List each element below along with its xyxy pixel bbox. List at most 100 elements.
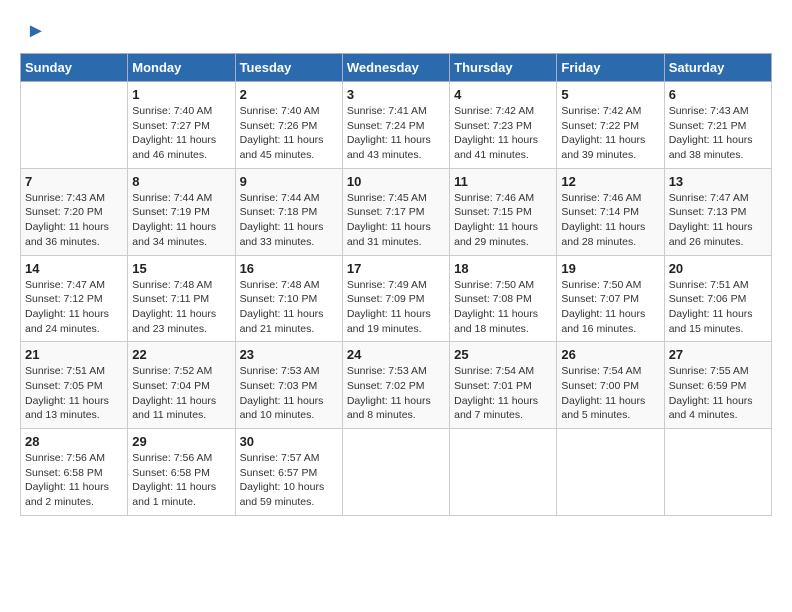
day-info: Sunrise: 7:55 AM Sunset: 6:59 PM Dayligh… xyxy=(669,364,767,423)
day-number: 27 xyxy=(669,347,767,362)
daylight: Daylight: 11 hours and 29 minutes. xyxy=(454,221,538,248)
day-info: Sunrise: 7:56 AM Sunset: 6:58 PM Dayligh… xyxy=(132,451,230,510)
sunrise: Sunrise: 7:48 AM xyxy=(240,279,320,291)
sunrise: Sunrise: 7:48 AM xyxy=(132,279,212,291)
sunset: Sunset: 7:24 PM xyxy=(347,120,425,132)
sunrise: Sunrise: 7:46 AM xyxy=(454,192,534,204)
daylight: Daylight: 11 hours and 28 minutes. xyxy=(561,221,645,248)
day-number: 6 xyxy=(669,87,767,102)
sunset: Sunset: 7:18 PM xyxy=(240,206,318,218)
day-info: Sunrise: 7:48 AM Sunset: 7:11 PM Dayligh… xyxy=(132,278,230,337)
sunrise: Sunrise: 7:53 AM xyxy=(347,365,427,377)
day-cell: 12 Sunrise: 7:46 AM Sunset: 7:14 PM Dayl… xyxy=(557,168,664,255)
sunset: Sunset: 7:01 PM xyxy=(454,380,532,392)
day-cell: 26 Sunrise: 7:54 AM Sunset: 7:00 PM Dayl… xyxy=(557,342,664,429)
sunset: Sunset: 6:58 PM xyxy=(25,467,103,479)
sunrise: Sunrise: 7:54 AM xyxy=(561,365,641,377)
day-header-tuesday: Tuesday xyxy=(235,54,342,82)
daylight: Daylight: 11 hours and 34 minutes. xyxy=(132,221,216,248)
page-header: ► xyxy=(20,20,772,43)
daylight: Daylight: 11 hours and 10 minutes. xyxy=(240,395,324,422)
day-number: 17 xyxy=(347,261,445,276)
daylight: Daylight: 11 hours and 19 minutes. xyxy=(347,308,431,335)
daylight: Daylight: 11 hours and 5 minutes. xyxy=(561,395,645,422)
sunrise: Sunrise: 7:43 AM xyxy=(669,105,749,117)
daylight: Daylight: 11 hours and 13 minutes. xyxy=(25,395,109,422)
day-number: 1 xyxy=(132,87,230,102)
day-number: 21 xyxy=(25,347,123,362)
sunset: Sunset: 7:04 PM xyxy=(132,380,210,392)
day-info: Sunrise: 7:46 AM Sunset: 7:15 PM Dayligh… xyxy=(454,191,552,250)
daylight: Daylight: 11 hours and 8 minutes. xyxy=(347,395,431,422)
sunrise: Sunrise: 7:44 AM xyxy=(132,192,212,204)
sunrise: Sunrise: 7:47 AM xyxy=(25,279,105,291)
sunrise: Sunrise: 7:44 AM xyxy=(240,192,320,204)
day-cell: 21 Sunrise: 7:51 AM Sunset: 7:05 PM Dayl… xyxy=(21,342,128,429)
day-cell: 7 Sunrise: 7:43 AM Sunset: 7:20 PM Dayli… xyxy=(21,168,128,255)
day-number: 30 xyxy=(240,434,338,449)
day-info: Sunrise: 7:43 AM Sunset: 7:20 PM Dayligh… xyxy=(25,191,123,250)
day-cell: 29 Sunrise: 7:56 AM Sunset: 6:58 PM Dayl… xyxy=(128,429,235,516)
day-info: Sunrise: 7:40 AM Sunset: 7:27 PM Dayligh… xyxy=(132,104,230,163)
sunrise: Sunrise: 7:56 AM xyxy=(25,452,105,464)
daylight: Daylight: 11 hours and 41 minutes. xyxy=(454,134,538,161)
day-info: Sunrise: 7:52 AM Sunset: 7:04 PM Dayligh… xyxy=(132,364,230,423)
daylight: Daylight: 11 hours and 31 minutes. xyxy=(347,221,431,248)
daylight: Daylight: 11 hours and 21 minutes. xyxy=(240,308,324,335)
sunset: Sunset: 6:58 PM xyxy=(132,467,210,479)
day-cell: 14 Sunrise: 7:47 AM Sunset: 7:12 PM Dayl… xyxy=(21,255,128,342)
daylight: Daylight: 11 hours and 11 minutes. xyxy=(132,395,216,422)
day-header-wednesday: Wednesday xyxy=(342,54,449,82)
day-header-friday: Friday xyxy=(557,54,664,82)
sunset: Sunset: 7:21 PM xyxy=(669,120,747,132)
day-cell: 13 Sunrise: 7:47 AM Sunset: 7:13 PM Dayl… xyxy=(664,168,771,255)
day-header-saturday: Saturday xyxy=(664,54,771,82)
day-cell: 18 Sunrise: 7:50 AM Sunset: 7:08 PM Dayl… xyxy=(450,255,557,342)
sunset: Sunset: 7:05 PM xyxy=(25,380,103,392)
daylight: Daylight: 11 hours and 18 minutes. xyxy=(454,308,538,335)
sunrise: Sunrise: 7:40 AM xyxy=(240,105,320,117)
daylight: Daylight: 11 hours and 2 minutes. xyxy=(25,481,109,508)
sunset: Sunset: 7:17 PM xyxy=(347,206,425,218)
daylight: Daylight: 11 hours and 33 minutes. xyxy=(240,221,324,248)
day-cell: 11 Sunrise: 7:46 AM Sunset: 7:15 PM Dayl… xyxy=(450,168,557,255)
day-info: Sunrise: 7:53 AM Sunset: 7:03 PM Dayligh… xyxy=(240,364,338,423)
sunset: Sunset: 7:26 PM xyxy=(240,120,318,132)
day-info: Sunrise: 7:45 AM Sunset: 7:17 PM Dayligh… xyxy=(347,191,445,250)
day-number: 8 xyxy=(132,174,230,189)
day-cell xyxy=(450,429,557,516)
daylight: Daylight: 11 hours and 46 minutes. xyxy=(132,134,216,161)
sunrise: Sunrise: 7:51 AM xyxy=(25,365,105,377)
day-info: Sunrise: 7:44 AM Sunset: 7:18 PM Dayligh… xyxy=(240,191,338,250)
week-row-5: 28 Sunrise: 7:56 AM Sunset: 6:58 PM Dayl… xyxy=(21,429,772,516)
sunset: Sunset: 7:23 PM xyxy=(454,120,532,132)
sunset: Sunset: 7:20 PM xyxy=(25,206,103,218)
sunset: Sunset: 7:19 PM xyxy=(132,206,210,218)
day-cell: 28 Sunrise: 7:56 AM Sunset: 6:58 PM Dayl… xyxy=(21,429,128,516)
week-row-2: 7 Sunrise: 7:43 AM Sunset: 7:20 PM Dayli… xyxy=(21,168,772,255)
week-row-3: 14 Sunrise: 7:47 AM Sunset: 7:12 PM Dayl… xyxy=(21,255,772,342)
day-header-thursday: Thursday xyxy=(450,54,557,82)
day-info: Sunrise: 7:46 AM Sunset: 7:14 PM Dayligh… xyxy=(561,191,659,250)
sunset: Sunset: 7:13 PM xyxy=(669,206,747,218)
day-number: 18 xyxy=(454,261,552,276)
day-info: Sunrise: 7:42 AM Sunset: 7:23 PM Dayligh… xyxy=(454,104,552,163)
sunrise: Sunrise: 7:42 AM xyxy=(561,105,641,117)
daylight: Daylight: 11 hours and 43 minutes. xyxy=(347,134,431,161)
day-info: Sunrise: 7:57 AM Sunset: 6:57 PM Dayligh… xyxy=(240,451,338,510)
day-cell: 5 Sunrise: 7:42 AM Sunset: 7:22 PM Dayli… xyxy=(557,82,664,169)
sunset: Sunset: 7:00 PM xyxy=(561,380,639,392)
sunset: Sunset: 7:15 PM xyxy=(454,206,532,218)
day-cell: 9 Sunrise: 7:44 AM Sunset: 7:18 PM Dayli… xyxy=(235,168,342,255)
day-cell xyxy=(21,82,128,169)
day-info: Sunrise: 7:48 AM Sunset: 7:10 PM Dayligh… xyxy=(240,278,338,337)
day-cell: 17 Sunrise: 7:49 AM Sunset: 7:09 PM Dayl… xyxy=(342,255,449,342)
day-info: Sunrise: 7:50 AM Sunset: 7:08 PM Dayligh… xyxy=(454,278,552,337)
day-number: 15 xyxy=(132,261,230,276)
day-number: 13 xyxy=(669,174,767,189)
day-cell xyxy=(557,429,664,516)
sunrise: Sunrise: 7:46 AM xyxy=(561,192,641,204)
sunrise: Sunrise: 7:40 AM xyxy=(132,105,212,117)
sunset: Sunset: 7:12 PM xyxy=(25,293,103,305)
sunrise: Sunrise: 7:57 AM xyxy=(240,452,320,464)
